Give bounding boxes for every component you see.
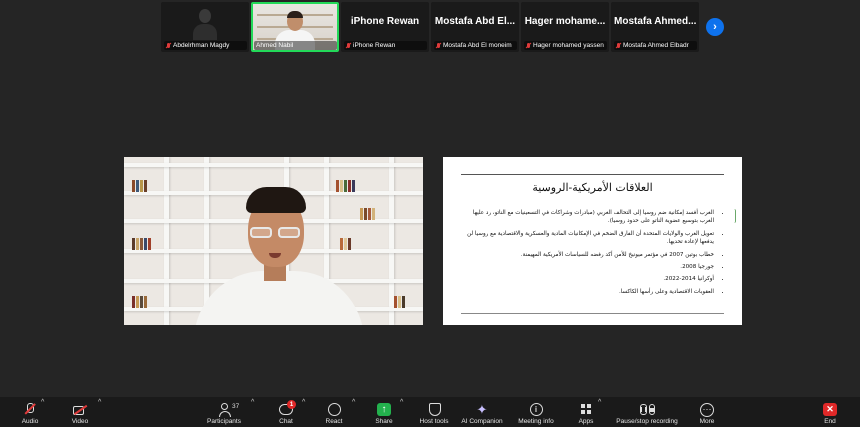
chevron-up-icon[interactable]: ^ [251, 399, 254, 406]
participant-name: Mostafa Abd El moneim [443, 42, 512, 49]
participant-tile-active[interactable]: Ahmed Nabil [251, 2, 339, 52]
mic-muted-icon [166, 42, 171, 49]
sparkle-icon [475, 403, 489, 416]
chevron-up-icon[interactable]: ^ [598, 399, 601, 406]
participant-strip: Abdelrhman Magdy Ahmed Nabil iPhone Rewa… [161, 2, 700, 52]
more-button[interactable]: More [677, 397, 737, 427]
more-icon [700, 403, 714, 416]
ai-companion-button[interactable]: AI Companion [452, 397, 512, 427]
slide-bullet: أوكرانيا 2014-2022. [461, 275, 714, 283]
end-button[interactable]: End [800, 397, 860, 427]
participant-tile[interactable]: iPhone Rewan iPhone Rewan [341, 2, 429, 52]
slide-bullet: الغرب أفسد إمكانية ضم روسيا إلى التحالف … [461, 209, 714, 226]
slide-title: العلاقات الأمريكية-الروسية [532, 181, 653, 194]
speaker-video[interactable] [124, 157, 423, 325]
chevron-right-icon[interactable]: › [706, 18, 724, 36]
shield-icon [427, 403, 441, 416]
annotation-mark [734, 209, 736, 223]
slide-bullet: جورجيا 2008. [461, 263, 714, 271]
participant-tile[interactable]: Mostafa Ahmed... Mostafa Ahmed Elbadr [611, 2, 699, 52]
slide-bullets: الغرب أفسد إمكانية ضم روسيا إلى التحالف … [461, 209, 724, 300]
shared-slide[interactable]: العلاقات الأمريكية-الروسية الغرب أفسد إم… [443, 157, 742, 325]
participant-name: Ahmed Nabil [256, 42, 294, 49]
apps-button[interactable]: Apps [556, 397, 616, 427]
apps-icon [579, 403, 593, 416]
participant-name: Mostafa Ahmed Elbadr [623, 42, 689, 49]
participant-name: Hager mohamed yassen [533, 42, 604, 49]
info-icon [529, 403, 543, 416]
end-call-icon [823, 403, 837, 416]
participant-display-name: Hager mohame... [524, 16, 606, 27]
mic-muted-icon [346, 42, 351, 49]
mic-muted-icon [23, 403, 37, 416]
participant-display-name: Mostafa Abd El... [434, 16, 516, 27]
pause-stop-recording-button[interactable]: Pause/stop recording [608, 397, 686, 427]
chevron-up-icon[interactable]: ^ [98, 399, 101, 406]
slide-bullet: خطاب بوتين 2007 في مؤتمر ميونيخ للأمن أك… [461, 251, 714, 259]
mic-muted-icon [526, 42, 531, 49]
participant-display-name: Mostafa Ahmed... [614, 16, 697, 27]
slide-bullet: العقوبات الاقتصادية وعلى رأسها الكاكسا. [461, 288, 714, 296]
heart-icon [327, 403, 341, 416]
people-icon: 37 [217, 403, 239, 417]
participant-name: Abdelrhman Magdy [173, 42, 230, 49]
mic-muted-icon [436, 42, 441, 49]
chat-badge: 1 [287, 400, 296, 409]
mic-muted-icon [616, 42, 621, 49]
participant-tile[interactable]: Hager mohame... Hager mohamed yassen [521, 2, 609, 52]
pause-stop-icon [639, 403, 655, 416]
participant-name: iPhone Rewan [353, 42, 396, 49]
meeting-toolbar: Audio ^ Video ^ 37 Participants ^ 1 Chat… [0, 397, 860, 427]
share-screen-icon [377, 403, 391, 416]
participant-display-name: iPhone Rewan [350, 16, 420, 27]
avatar [191, 6, 219, 40]
participant-tile[interactable]: Abdelrhman Magdy [161, 2, 249, 52]
participant-count: 37 [232, 403, 240, 410]
chevron-up-icon[interactable]: ^ [41, 399, 44, 406]
video-off-icon [73, 403, 87, 416]
chat-icon: 1 [279, 400, 296, 416]
participants-button[interactable]: 37 Participants [194, 397, 254, 427]
chevron-up-icon[interactable]: ^ [400, 399, 403, 406]
participant-tile[interactable]: Mostafa Abd El... Mostafa Abd El moneim [431, 2, 519, 52]
slide-bullet: تعويل الغرب والولايات المتحدة أن الفارق … [461, 230, 714, 247]
